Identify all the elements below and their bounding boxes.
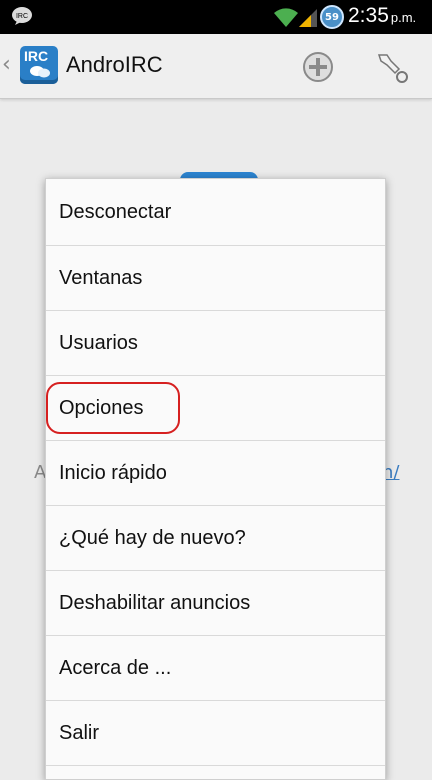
menu-item-label: Ventanas <box>59 266 143 289</box>
menu-item-label: Acerca de ... <box>59 656 172 679</box>
menu-item-acerca-de[interactable]: Acerca de ... <box>46 636 385 701</box>
menu-item-label: Deshabilitar anuncios <box>59 591 251 614</box>
chat-bubble-icon: IRC <box>11 6 33 26</box>
clock-time: 2:35 <box>348 4 389 27</box>
menu-item-label: Inicio rápido <box>59 461 167 484</box>
menu-item-opciones[interactable]: Opciones <box>46 376 385 441</box>
app-logo[interactable]: IRC <box>20 46 58 84</box>
action-bar: ‹ IRC AndroIRC <box>0 34 432 99</box>
chat-bubbles-icon <box>30 66 50 78</box>
menu-item-label: Desconectar <box>59 200 172 223</box>
add-circle-icon <box>303 52 333 82</box>
menu-item-label: Salir <box>59 721 100 744</box>
menu-item-inicio-rapido[interactable]: Inicio rápido <box>46 441 385 506</box>
menu-item-deshabilitar-anuncios[interactable]: Deshabilitar anuncios <box>46 571 385 636</box>
status-bar: IRC 59 2:35 p.m. <box>0 0 432 34</box>
add-button[interactable] <box>302 51 334 83</box>
logo-text: IRC <box>24 48 49 64</box>
app-title: AndroIRC <box>66 52 163 77</box>
chevron-left-icon[interactable]: ‹ <box>2 52 11 77</box>
connect-button[interactable] <box>375 51 411 85</box>
battery-icon: 59 <box>320 5 344 29</box>
status-app-label: IRC <box>16 13 28 20</box>
plug-icon <box>377 54 408 83</box>
clock: 2:35 p.m. <box>348 4 416 28</box>
menu-item-label: Usuarios <box>59 331 138 354</box>
menu-item-usuarios[interactable]: Usuarios <box>46 311 385 376</box>
clock-ampm: p.m. <box>390 10 417 25</box>
menu-item-salir[interactable]: Salir <box>46 701 385 766</box>
signal-bars-icon <box>297 6 319 28</box>
highlight-circle <box>46 382 180 434</box>
menu-item-desconectar[interactable]: Desconectar <box>46 179 385 246</box>
battery-level: 59 <box>325 11 339 23</box>
menu-item-ventanas[interactable]: Ventanas <box>46 246 385 311</box>
wifi-icon <box>272 5 300 29</box>
menu-item-label: ¿Qué hay de nuevo? <box>59 526 246 549</box>
menu-item-que-hay-de-nuevo[interactable]: ¿Qué hay de nuevo? <box>46 506 385 571</box>
overflow-menu: Desconectar Ventanas Usuarios Opciones I… <box>45 178 386 780</box>
